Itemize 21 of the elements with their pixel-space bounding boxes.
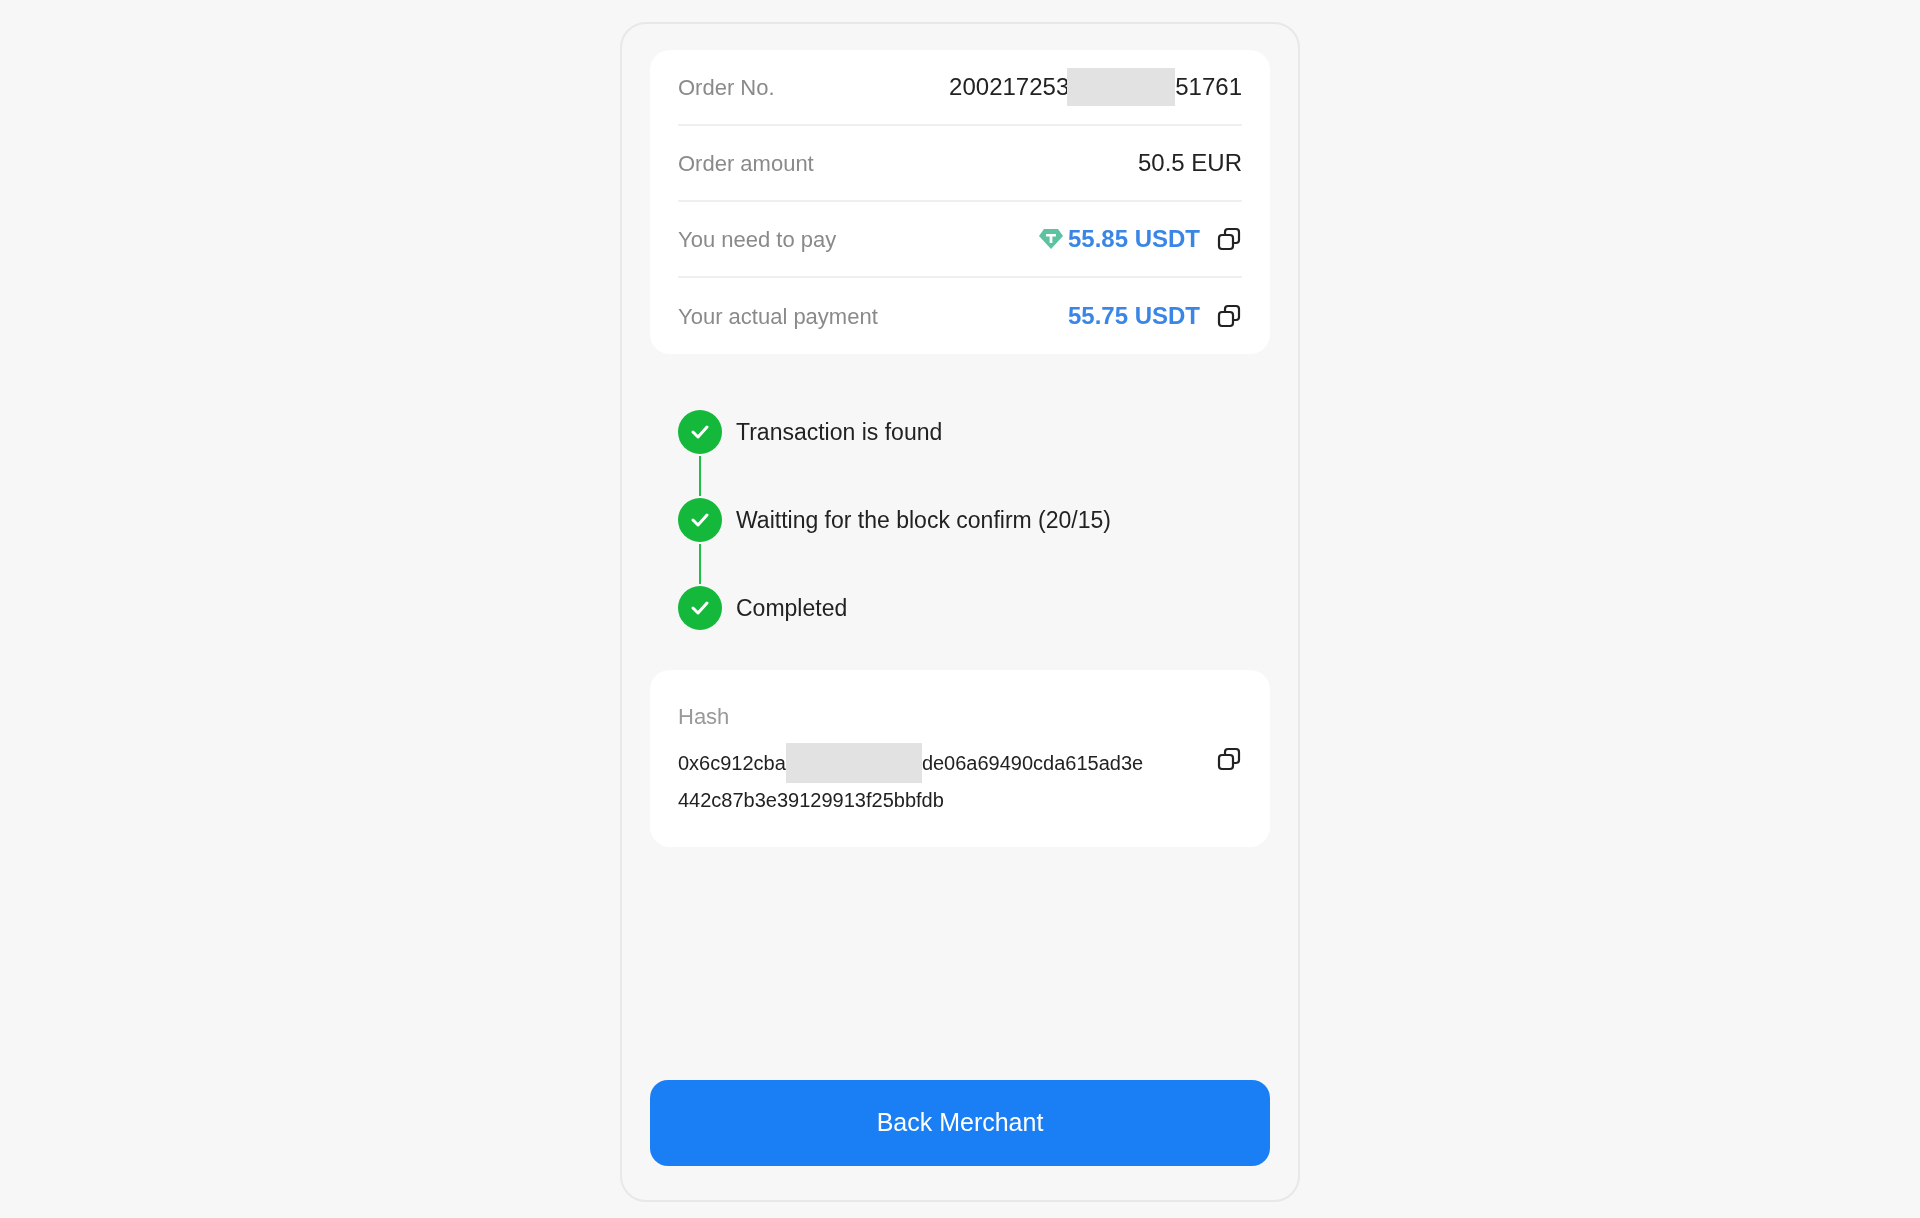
field-label: Order amount — [678, 149, 814, 178]
hash-text: de06a69490cda615ad3e — [921, 751, 1144, 776]
hash-text: 442c87b3e39129913f25bbfdb — [678, 788, 944, 813]
field-label: Order No. — [678, 73, 775, 102]
copy-icon[interactable] — [1216, 745, 1242, 772]
step-label: Transaction is found — [736, 417, 943, 447]
back-merchant-button[interactable]: Back Merchant — [650, 1080, 1270, 1166]
hash-text: 0x6c912cba — [678, 751, 786, 776]
order-number: 51761 — [1175, 72, 1242, 102]
amount-value: 55.85 USDT — [1067, 224, 1200, 254]
amount-value: 50.5 EUR — [1137, 148, 1242, 178]
gem-token-icon — [1037, 228, 1064, 250]
step-label: Completed — [736, 593, 848, 623]
hash-label: Hash — [678, 703, 731, 731]
copy-icon[interactable] — [1216, 226, 1242, 252]
amount-value: 55.75 USDT — [1067, 301, 1200, 331]
order-number: 200217253 — [949, 72, 1070, 102]
step-label: Waitting for the block confirm (20/15) — [736, 505, 1111, 535]
copy-icon[interactable] — [1216, 303, 1242, 329]
field-label: Your actual payment — [678, 302, 878, 331]
field-label: You need to pay — [678, 225, 837, 254]
